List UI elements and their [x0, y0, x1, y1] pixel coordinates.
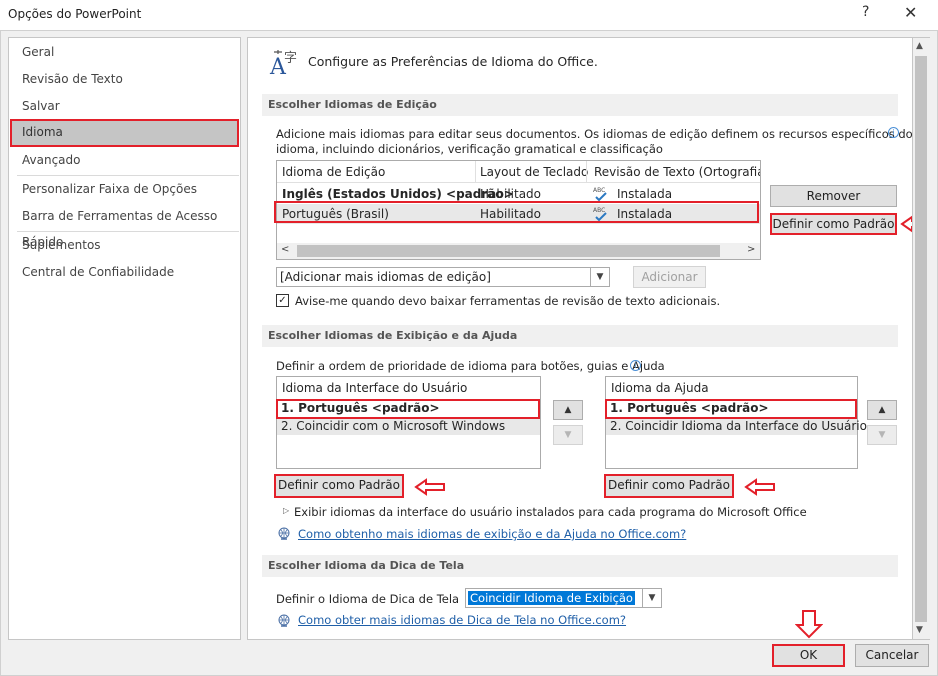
tooltip-select-value: Coincidir Idioma de Exibição: [468, 591, 635, 605]
chevron-down-icon[interactable]: ▼: [642, 589, 661, 607]
sidebar-item-idioma[interactable]: Idioma: [10, 119, 239, 147]
remove-button[interactable]: Remover: [770, 185, 897, 207]
sidebar: Geral Revisão de Texto Salvar Idioma Ava…: [8, 37, 241, 640]
list-item[interactable]: 2. Coincidir com o Microsoft Windows: [277, 417, 540, 435]
red-arrow-left-icon: [414, 478, 445, 496]
set-default-editing-button[interactable]: Definir como Padrão: [770, 213, 897, 235]
expand-triangle-icon[interactable]: ▷: [283, 506, 289, 515]
ui-move-up-button[interactable]: ▲: [553, 400, 583, 420]
sidebar-item-geral[interactable]: Geral: [10, 39, 239, 65]
sidebar-item-salvar[interactable]: Salvar: [10, 93, 239, 119]
sidebar-item-avancado[interactable]: Avançado: [10, 147, 239, 173]
title-bar: Opções do PowerPoint ? ✕: [0, 0, 938, 30]
scrollbar-thumb[interactable]: [915, 56, 927, 622]
display-description: Definir a ordem de prioridade de idioma …: [276, 359, 665, 373]
svg-text:ABC: ABC: [593, 187, 605, 194]
add-language-select[interactable]: [Adicionar mais idiomas de edição] ▼: [276, 267, 610, 287]
ui-list-header: Idioma da Interface do Usuário: [282, 381, 468, 395]
set-default-ui-button[interactable]: Definir como Padrão: [274, 474, 404, 498]
help-move-down-button[interactable]: ▼: [867, 425, 897, 445]
column-header-proofing[interactable]: Revisão de Texto (Ortografia, Gr: [594, 165, 760, 179]
add-language-value: [Adicionar mais idiomas de edição]: [280, 270, 491, 284]
set-default-help-button[interactable]: Definir como Padrão: [604, 474, 734, 498]
tooltip-section-title: Escolher Idioma da Dica de Tela: [262, 555, 898, 577]
tooltip-label: Definir o Idioma de Dica de Tela: [276, 592, 460, 606]
info-icon[interactable]: i: [888, 127, 899, 138]
cancel-button-label: Cancelar: [865, 648, 919, 662]
red-arrow-down-icon: [795, 610, 823, 639]
notify-checkbox-label: Avise-me quando devo baixar ferramentas …: [295, 294, 721, 308]
sidebar-item-acesso-rapido[interactable]: Barra de Ferramentas de Acesso Rápido: [10, 203, 239, 249]
add-language-button[interactable]: Adicionar: [633, 266, 706, 288]
close-button[interactable]: ✕: [904, 3, 917, 22]
help-language-list: Idioma da Ajuda 1. Português <padrão> 2.…: [605, 376, 867, 469]
tooltip-languages-link[interactable]: Como obter mais idiomas de Dica de Tela …: [298, 613, 626, 627]
highlight-box: [605, 399, 857, 419]
sidebar-item-faixa[interactable]: Personalizar Faixa de Opções: [10, 176, 239, 202]
remove-button-label: Remover: [806, 189, 861, 203]
set-default-label: Definir como Padrão: [772, 217, 895, 231]
row-language: Inglês (Estados Unidos) <padrão>: [282, 187, 514, 201]
sidebar-item-suplementos[interactable]: Suplementos: [10, 232, 239, 258]
main-panel: A 字 Configure as Preferências de Idioma …: [247, 37, 913, 640]
globe-link-icon: [278, 527, 290, 540]
expand-ui-languages-text[interactable]: Exibir idiomas da interface do usuário i…: [294, 505, 807, 519]
notify-checkbox[interactable]: ✓: [276, 294, 289, 307]
scroll-left-icon[interactable]: <: [281, 244, 289, 255]
horizontal-scrollbar[interactable]: < >: [277, 243, 760, 259]
help-move-up-button[interactable]: ▲: [867, 400, 897, 420]
table-header: Idioma de Edição Layout de Teclado Revis…: [277, 161, 760, 183]
column-divider: [586, 161, 587, 183]
red-arrow-left-icon: [900, 215, 912, 233]
vertical-scrollbar[interactable]: ▲ ▼: [913, 37, 930, 640]
list-item-label: 2. Coincidir Idioma da Interface do Usuá…: [610, 419, 867, 433]
red-arrow-left-icon: [744, 478, 775, 496]
list-item[interactable]: 2. Coincidir Idioma da Interface do Usuá…: [606, 417, 867, 435]
row-keyboard: Habilitado: [480, 187, 542, 201]
chevron-down-icon[interactable]: ▼: [590, 268, 609, 286]
editing-section-title: Escolher Idiomas de Edição: [262, 94, 898, 116]
language-icon: A 字: [269, 50, 297, 80]
highlight-box: [274, 201, 759, 223]
info-icon[interactable]: i: [630, 360, 641, 371]
sidebar-item-confiabilidade[interactable]: Central de Confiabilidade: [10, 259, 239, 285]
display-languages-link[interactable]: Como obtenho mais idiomas de exibição e …: [298, 527, 686, 541]
scroll-up-icon[interactable]: ▲: [916, 41, 923, 51]
highlight-box: [276, 399, 540, 419]
column-header-keyboard[interactable]: Layout de Teclado: [480, 165, 588, 179]
sidebar-item-revisao[interactable]: Revisão de Texto: [10, 66, 239, 92]
editing-description-1: Adicione mais idiomas para editar seus d…: [276, 127, 913, 141]
tooltip-language-select[interactable]: Coincidir Idioma de Exibição ▼: [465, 588, 662, 608]
ok-button-label: OK: [799, 648, 818, 662]
help-button[interactable]: ?: [862, 4, 869, 20]
ui-language-list: Idioma da Interface do Usuário 1. Portug…: [276, 376, 541, 469]
set-default-label: Definir como Padrão: [278, 478, 400, 492]
scrollbar-thumb[interactable]: [297, 245, 720, 257]
cancel-button[interactable]: Cancelar: [855, 644, 929, 667]
scroll-down-icon[interactable]: ▼: [916, 625, 923, 635]
ui-move-down-button[interactable]: ▼: [553, 425, 583, 445]
window-title: Opções do PowerPoint: [8, 7, 142, 21]
add-button-label: Adicionar: [641, 270, 698, 284]
svg-text:字: 字: [284, 51, 297, 66]
column-divider: [475, 161, 476, 183]
ok-button[interactable]: OK: [772, 644, 845, 667]
editing-description-2: idioma, incluindo dicionários, verificaç…: [276, 142, 663, 156]
column-header-language[interactable]: Idioma de Edição: [282, 165, 385, 179]
set-default-label: Definir como Padrão: [608, 478, 730, 492]
globe-link-icon: [278, 614, 290, 627]
page-header-text: Configure as Preferências de Idioma do O…: [308, 54, 598, 69]
row-proofing: Instalada: [617, 187, 673, 201]
display-section-title: Escolher Idiomas de Exibição e da Ajuda: [262, 325, 898, 347]
help-list-header: Idioma da Ajuda: [611, 381, 709, 395]
list-item-label: 2. Coincidir com o Microsoft Windows: [281, 419, 506, 433]
scroll-right-icon[interactable]: >: [747, 244, 755, 255]
